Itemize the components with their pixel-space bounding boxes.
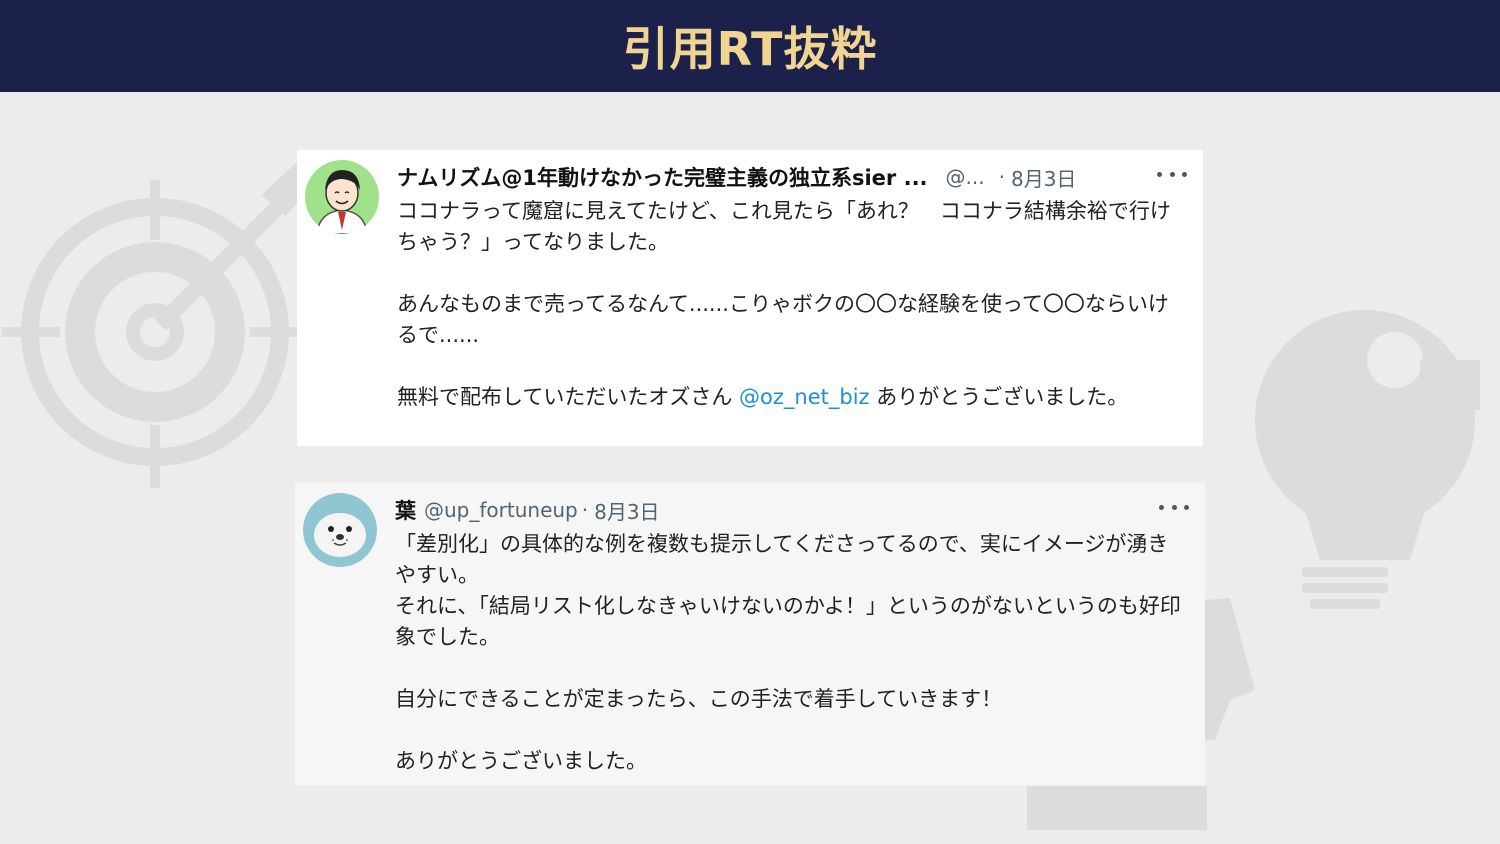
avatar-seal-icon	[303, 493, 377, 567]
tweet-date[interactable]: 8月3日	[594, 496, 659, 525]
tweet-paragraph: あんなものまで売ってるなんて......こりゃボクの〇〇な経験を使って〇〇ならい…	[397, 292, 1169, 347]
author-handle[interactable]: @up_fortuneup	[424, 498, 578, 522]
mention-link[interactable]: @oz_net_biz	[739, 385, 870, 409]
tweet-paragraph: ありがとうございました。	[395, 749, 647, 773]
more-options-icon[interactable]	[1159, 497, 1189, 517]
paragraph-text: ありがとうございました。	[869, 385, 1129, 409]
quote-tweet-card[interactable]: 葉 @up_fortuneup · 8月3日 「差別化」の具体的な例を複数も提示…	[295, 483, 1205, 785]
avatar[interactable]	[305, 160, 379, 234]
tweet-paragraph: 無料で配布していただいたオズさん @oz_net_biz ありがとうございました…	[397, 382, 1183, 413]
avatar[interactable]	[303, 493, 377, 567]
separator-dot: ·	[998, 165, 1005, 189]
tweet-paragraph: ココナラって魔窟に見えてたけど、これ見たら「あれ？ ココナラ結構余裕で行けちゃう…	[397, 199, 1171, 254]
separator-dot: ·	[581, 498, 589, 522]
author-name[interactable]: ナムリズム@1年動けなかった完璧主義の独立系sier ...	[397, 162, 928, 192]
more-options-icon[interactable]	[1157, 164, 1187, 184]
quote-tweet-card[interactable]: ナムリズム@1年動けなかった完璧主義の独立系sier ... @... · 8月…	[297, 150, 1203, 446]
tweet-header: 葉 @up_fortuneup · 8月3日	[395, 495, 1185, 525]
lightbulb-puzzle-icon	[1255, 310, 1480, 609]
tweet-text: ココナラって魔窟に見えてたけど、これ見たら「あれ？ ココナラ結構余裕で行けちゃう…	[397, 196, 1183, 413]
target-icon	[2, 159, 311, 488]
tweet-paragraph: それに、「結局リスト化しなきゃいけないのかよ！」というのがないというのも好印象で…	[395, 594, 1181, 649]
tweet-header: ナムリズム@1年動けなかった完璧主義の独立系sier ... @... · 8月…	[397, 162, 1183, 192]
tweet-text: 「差別化」の具体的な例を複数も提示してくださってるので、実にイメージが湧きやすい…	[395, 529, 1185, 777]
slide-title: 引用RT抜粋	[622, 22, 878, 76]
avatar-cartoon-man-icon	[305, 160, 379, 234]
tweet-paragraph: 自分にできることが定まったら、この手法で着手していきます！	[395, 687, 1003, 711]
author-handle[interactable]: @...	[946, 165, 985, 189]
tweet-date[interactable]: 8月3日	[1011, 163, 1076, 192]
author-name[interactable]: 葉	[395, 495, 416, 525]
slide-header: 引用RT抜粋	[0, 0, 1500, 92]
tweet-paragraph: 「差別化」の具体的な例を複数も提示してくださってるので、実にイメージが湧きやすい…	[395, 532, 1169, 587]
paragraph-text: 無料で配布していただいたオズさん	[397, 385, 740, 409]
